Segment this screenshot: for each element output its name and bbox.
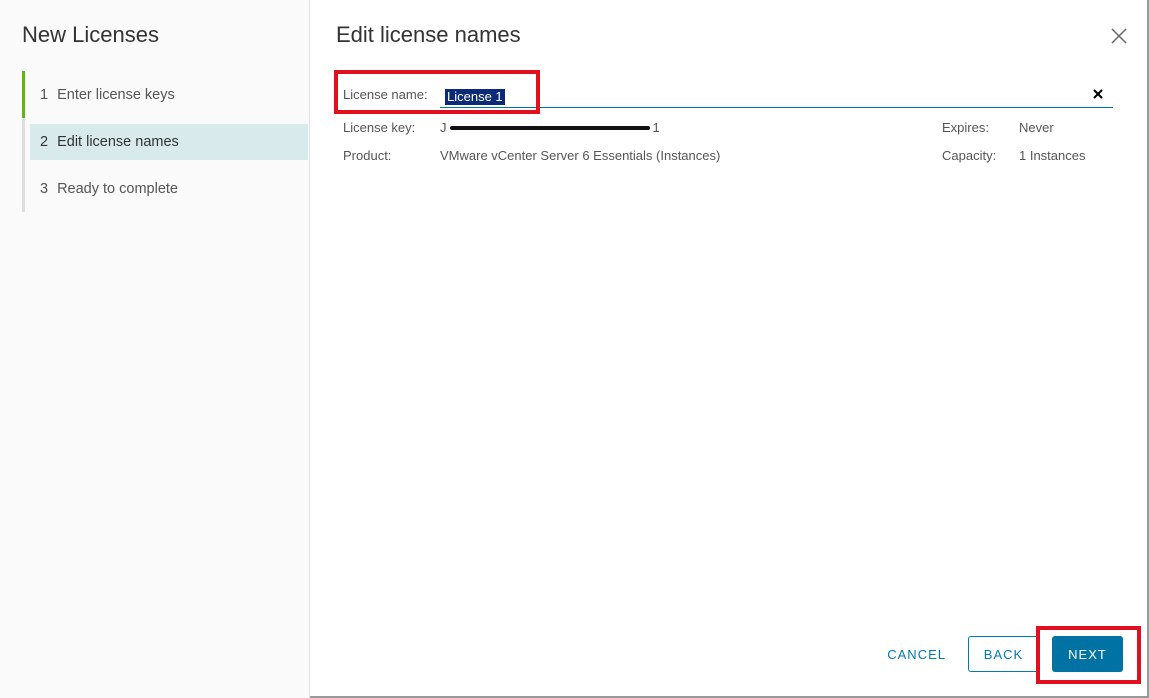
wizard-content: Edit license names License name: License… (310, 0, 1147, 696)
step-edit-license-names[interactable]: 2 Edit license names (30, 124, 308, 160)
capacity-value: 1 Instances (1019, 148, 1086, 163)
license-key-value: J1 (440, 120, 670, 135)
license-name-row: License name: License 1 (343, 84, 1113, 108)
close-icon[interactable] (1109, 26, 1129, 46)
license-name-value[interactable]: License 1 (445, 89, 505, 105)
back-button[interactable]: BACK (968, 636, 1039, 672)
step-number: 1 (40, 87, 49, 103)
step-number: 2 (40, 134, 49, 150)
next-button[interactable]: NEXT (1052, 636, 1123, 672)
product-value: VMware vCenter Server 6 Essentials (Inst… (440, 148, 721, 163)
expires-label: Expires: (942, 120, 989, 135)
cancel-button[interactable]: CANCEL (865, 636, 968, 672)
step-label: Edit license names (57, 134, 179, 150)
step-number: 3 (40, 181, 49, 197)
clear-icon[interactable] (1091, 87, 1105, 101)
wizard-footer: CANCEL BACK NEXT (865, 636, 1123, 672)
page-title: Edit license names (336, 22, 521, 47)
step-enter-license-keys[interactable]: 1 Enter license keys (30, 77, 308, 113)
new-licenses-dialog: New Licenses 1 Enter license keys 2 Edit… (0, 0, 1149, 698)
wizard-sidebar: New Licenses 1 Enter license keys 2 Edit… (0, 0, 310, 698)
license-name-label: License name: (343, 87, 428, 102)
license-key-prefix: J (440, 120, 447, 135)
step-ready-to-complete[interactable]: 3 Ready to complete (30, 171, 308, 207)
steps-progress-indicator (22, 71, 25, 118)
license-key-label: License key: (343, 120, 416, 135)
product-label: Product: (343, 148, 392, 163)
step-label: Enter license keys (57, 87, 175, 103)
expires-value: Never (1019, 120, 1054, 135)
wizard-title: New Licenses (22, 22, 159, 47)
step-label: Ready to complete (57, 181, 178, 197)
capacity-label: Capacity: (942, 148, 997, 163)
license-name-input[interactable]: License 1 (440, 84, 1113, 108)
license-key-suffix: 1 (652, 120, 660, 135)
redaction-mark (450, 126, 650, 130)
